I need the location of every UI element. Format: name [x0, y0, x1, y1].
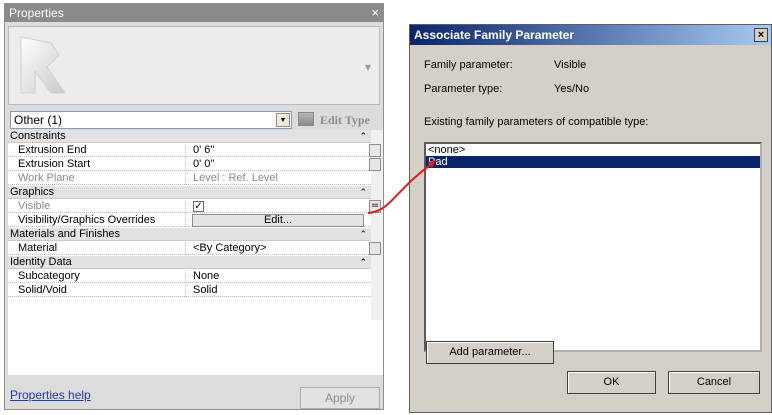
properties-title: Properties: [9, 6, 64, 20]
dialog-title-bar[interactable]: Associate Family Parameter ×: [410, 25, 771, 45]
parameter-type-label: Parameter type:: [424, 83, 503, 95]
parameters-listbox[interactable]: <none> Pad: [424, 142, 762, 352]
family-parameter-label: Family parameter:: [424, 59, 513, 71]
type-selector-value: Other (1): [14, 113, 63, 127]
group-label: Constraints: [10, 130, 66, 142]
properties-help-link[interactable]: Properties help: [10, 388, 91, 402]
param-name: Visibility/Graphics Overrides: [8, 214, 186, 227]
group-graphics[interactable]: Graphics ⌃: [8, 186, 371, 199]
dropdown-arrow-icon[interactable]: ▼: [276, 113, 290, 127]
row-subcategory[interactable]: Subcategory None: [8, 270, 371, 283]
existing-parameters-label: Existing family parameters of compatible…: [424, 116, 649, 128]
param-name: Material: [8, 242, 186, 255]
associate-param-button[interactable]: [369, 144, 381, 157]
associate-param-button[interactable]: [369, 242, 381, 255]
row-visible[interactable]: Visible ✓: [8, 200, 371, 213]
edit-type-icon: [298, 112, 314, 126]
properties-grid: Constraints ⌃ Extrusion End 0' 6" Extrus…: [8, 130, 383, 375]
edit-type-label: Edit Type: [320, 113, 370, 127]
chevron-down-icon[interactable]: ▼: [365, 63, 371, 72]
type-preview: ▼: [8, 26, 380, 105]
parameter-type-value: Yes/No: [554, 83, 590, 95]
param-name: Work Plane: [8, 172, 186, 185]
group-constraints[interactable]: Constraints ⌃: [8, 130, 371, 143]
row-solid-void[interactable]: Solid/Void Solid: [8, 284, 371, 297]
associate-param-button[interactable]: =: [369, 200, 381, 213]
close-icon[interactable]: ×: [371, 4, 379, 22]
add-parameter-button[interactable]: Add parameter...: [426, 341, 554, 364]
param-value[interactable]: 0' 0": [191, 158, 361, 171]
row-work-plane: Work Plane Level : Ref. Level: [8, 172, 371, 185]
param-value[interactable]: 0' 6": [191, 144, 361, 157]
row-extrusion-start[interactable]: Extrusion Start 0' 0": [8, 158, 371, 171]
cancel-button[interactable]: Cancel: [668, 371, 760, 394]
param-name: Extrusion End: [8, 144, 186, 157]
family-preview-icon: [20, 36, 66, 94]
apply-button[interactable]: Apply: [300, 387, 380, 409]
param-value[interactable]: <By Category>: [191, 242, 361, 255]
list-item[interactable]: <none>: [426, 144, 760, 156]
param-name: Extrusion Start: [8, 158, 186, 171]
ok-button[interactable]: OK: [567, 371, 656, 394]
group-label: Identity Data: [10, 256, 72, 268]
param-name: Subcategory: [8, 270, 186, 283]
collapse-icon[interactable]: ⌃: [359, 228, 367, 241]
visible-checkbox[interactable]: ✓: [193, 201, 204, 212]
properties-palette: Properties × ▼ Other (1) ▼ Edit Type Con…: [4, 3, 384, 410]
group-label: Materials and Finishes: [10, 228, 121, 240]
param-value-cell: ✓: [191, 200, 361, 213]
type-selector[interactable]: Other (1) ▼: [10, 111, 292, 129]
row-extrusion-end[interactable]: Extrusion End 0' 6": [8, 144, 371, 157]
param-value: Level : Ref. Level: [193, 172, 278, 184]
edit-overrides-button[interactable]: Edit...: [192, 214, 364, 227]
group-materials-finishes[interactable]: Materials and Finishes ⌃: [8, 228, 371, 241]
associate-param-button[interactable]: [369, 158, 381, 171]
param-value[interactable]: None: [191, 270, 361, 283]
properties-title-bar[interactable]: Properties ×: [5, 4, 383, 22]
list-item-selected[interactable]: Pad: [426, 156, 760, 168]
collapse-icon[interactable]: ⌃: [359, 256, 367, 269]
group-identity-data[interactable]: Identity Data ⌃: [8, 256, 371, 269]
collapse-icon[interactable]: ⌃: [359, 130, 367, 143]
group-label: Graphics: [10, 186, 55, 198]
param-name: Visible: [8, 200, 186, 213]
edit-type-button[interactable]: Edit Type: [298, 111, 380, 129]
row-material[interactable]: Material <By Category>: [8, 242, 371, 255]
dialog-title: Associate Family Parameter: [414, 28, 575, 42]
close-icon[interactable]: ×: [754, 28, 768, 42]
associate-family-parameter-dialog: Associate Family Parameter × Family para…: [409, 24, 772, 413]
family-parameter-value: Visible: [554, 59, 587, 71]
collapse-icon[interactable]: ⌃: [359, 186, 367, 199]
param-name: Solid/Void: [8, 284, 186, 297]
param-value[interactable]: Solid: [191, 284, 361, 297]
